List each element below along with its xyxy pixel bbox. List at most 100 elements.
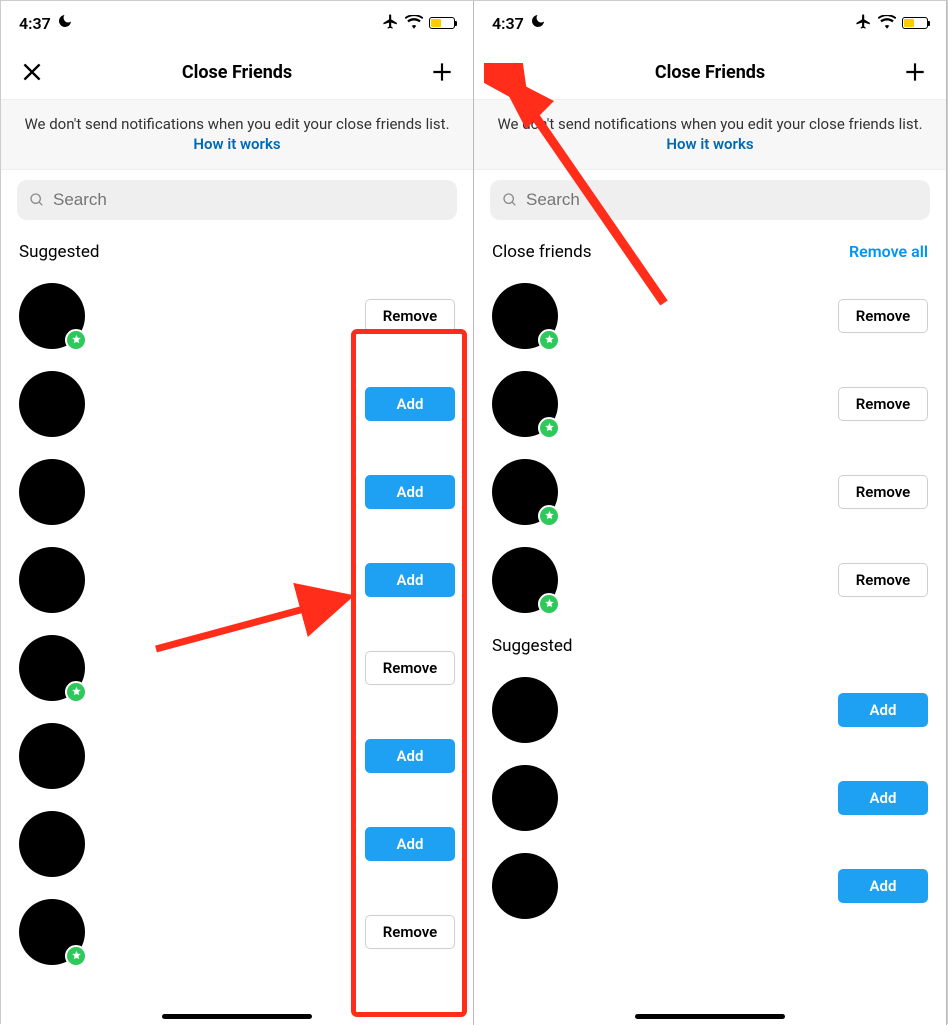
- avatar[interactable]: [19, 635, 85, 701]
- list-item: Add: [19, 712, 455, 800]
- avatar[interactable]: [19, 283, 85, 349]
- page-title: Close Friends: [520, 62, 900, 83]
- close-friend-star-icon: [538, 417, 560, 439]
- list-item: Remove: [492, 272, 928, 360]
- add-button[interactable]: [427, 57, 457, 87]
- list-item: Add: [492, 842, 928, 930]
- close-friends-list: Remove Remove Remove Remove: [474, 272, 946, 624]
- avatar[interactable]: [492, 677, 558, 743]
- list-item: Add: [19, 536, 455, 624]
- avatar[interactable]: [492, 547, 558, 613]
- avatar[interactable]: [492, 459, 558, 525]
- search-container: [1, 170, 473, 230]
- remove-friend-button[interactable]: Remove: [838, 299, 928, 333]
- add-friend-button[interactable]: Add: [838, 693, 928, 727]
- status-time: 4:37: [492, 14, 524, 33]
- wifi-icon: [878, 14, 896, 33]
- avatar[interactable]: [492, 853, 558, 919]
- status-right: [382, 13, 455, 34]
- list-item: Remove: [19, 272, 455, 360]
- list-item: Add: [19, 800, 455, 888]
- notice-text: We don't send notifications when you edi…: [497, 115, 922, 133]
- remove-friend-button[interactable]: Remove: [838, 563, 928, 597]
- airplane-mode-icon: [382, 13, 399, 34]
- add-friend-button[interactable]: Add: [365, 387, 455, 421]
- left-pane: 4:37 Close Friends We don't send notific…: [1, 1, 474, 1025]
- list-item: Remove: [19, 888, 455, 976]
- close-button[interactable]: [490, 57, 520, 87]
- suggested-list: Add Add Add: [474, 666, 946, 930]
- home-indicator: [162, 1014, 312, 1019]
- close-friend-star-icon: [65, 681, 87, 703]
- page-title: Close Friends: [47, 62, 427, 83]
- wifi-icon: [405, 14, 423, 33]
- search-field[interactable]: [490, 180, 930, 220]
- avatar-image: [19, 811, 85, 877]
- status-bar: 4:37: [474, 1, 946, 45]
- how-it-works-link[interactable]: How it works: [666, 135, 753, 153]
- avatar[interactable]: [492, 371, 558, 437]
- avatar-image: [492, 677, 558, 743]
- avatar[interactable]: [19, 811, 85, 877]
- avatar[interactable]: [492, 765, 558, 831]
- close-friend-star-icon: [538, 593, 560, 615]
- avatar-image: [19, 371, 85, 437]
- close-friend-star-icon: [65, 945, 87, 967]
- add-friend-button[interactable]: Add: [838, 869, 928, 903]
- list-item: Remove: [19, 624, 455, 712]
- how-it-works-link[interactable]: How it works: [193, 135, 280, 153]
- battery-icon: [902, 17, 928, 29]
- add-friend-button[interactable]: Add: [365, 475, 455, 509]
- nav-bar: Close Friends: [474, 45, 946, 99]
- search-input[interactable]: [526, 190, 918, 210]
- status-time: 4:37: [19, 14, 51, 33]
- add-friend-button[interactable]: Add: [365, 827, 455, 861]
- airplane-mode-icon: [855, 13, 872, 34]
- section-header-close-friends: Close friends Remove all: [474, 230, 946, 272]
- add-friend-button[interactable]: Add: [365, 563, 455, 597]
- right-pane: 4:37 Close Friends We don't send notific…: [474, 1, 947, 1025]
- add-button[interactable]: [900, 57, 930, 87]
- search-input[interactable]: [53, 190, 445, 210]
- status-left: 4:37: [19, 13, 73, 33]
- notice-banner: We don't send notifications when you edi…: [1, 99, 473, 170]
- add-friend-button[interactable]: Add: [838, 781, 928, 815]
- remove-friend-button[interactable]: Remove: [365, 299, 455, 333]
- search-icon: [29, 192, 45, 208]
- remove-friend-button[interactable]: Remove: [838, 475, 928, 509]
- avatar[interactable]: [492, 283, 558, 349]
- suggested-list: Remove Add Add Add Remove Add Add Remove: [1, 272, 473, 976]
- close-friend-star-icon: [65, 329, 87, 351]
- do-not-disturb-icon: [57, 13, 73, 33]
- avatar[interactable]: [19, 459, 85, 525]
- remove-all-link[interactable]: Remove all: [849, 242, 928, 261]
- close-button[interactable]: [17, 57, 47, 87]
- avatar[interactable]: [19, 899, 85, 965]
- list-item: Remove: [492, 448, 928, 536]
- section-title: Suggested: [492, 636, 573, 656]
- avatar-image: [19, 723, 85, 789]
- avatar[interactable]: [19, 371, 85, 437]
- status-bar: 4:37: [1, 1, 473, 45]
- avatar-image: [19, 547, 85, 613]
- list-item: Remove: [492, 536, 928, 624]
- list-item: Remove: [492, 360, 928, 448]
- remove-friend-button[interactable]: Remove: [838, 387, 928, 421]
- status-left: 4:37: [492, 13, 546, 33]
- search-field[interactable]: [17, 180, 457, 220]
- avatar-image: [19, 459, 85, 525]
- add-friend-button[interactable]: Add: [365, 739, 455, 773]
- remove-friend-button[interactable]: Remove: [365, 915, 455, 949]
- list-item: Add: [19, 448, 455, 536]
- notice-banner: We don't send notifications when you edi…: [474, 99, 946, 170]
- remove-friend-button[interactable]: Remove: [365, 651, 455, 685]
- section-header-suggested: Suggested: [474, 624, 946, 666]
- home-indicator: [635, 1014, 785, 1019]
- nav-bar: Close Friends: [1, 45, 473, 99]
- avatar[interactable]: [19, 723, 85, 789]
- do-not-disturb-icon: [530, 13, 546, 33]
- search-container: [474, 170, 946, 230]
- avatar[interactable]: [19, 547, 85, 613]
- list-item: Add: [492, 754, 928, 842]
- close-friend-star-icon: [538, 505, 560, 527]
